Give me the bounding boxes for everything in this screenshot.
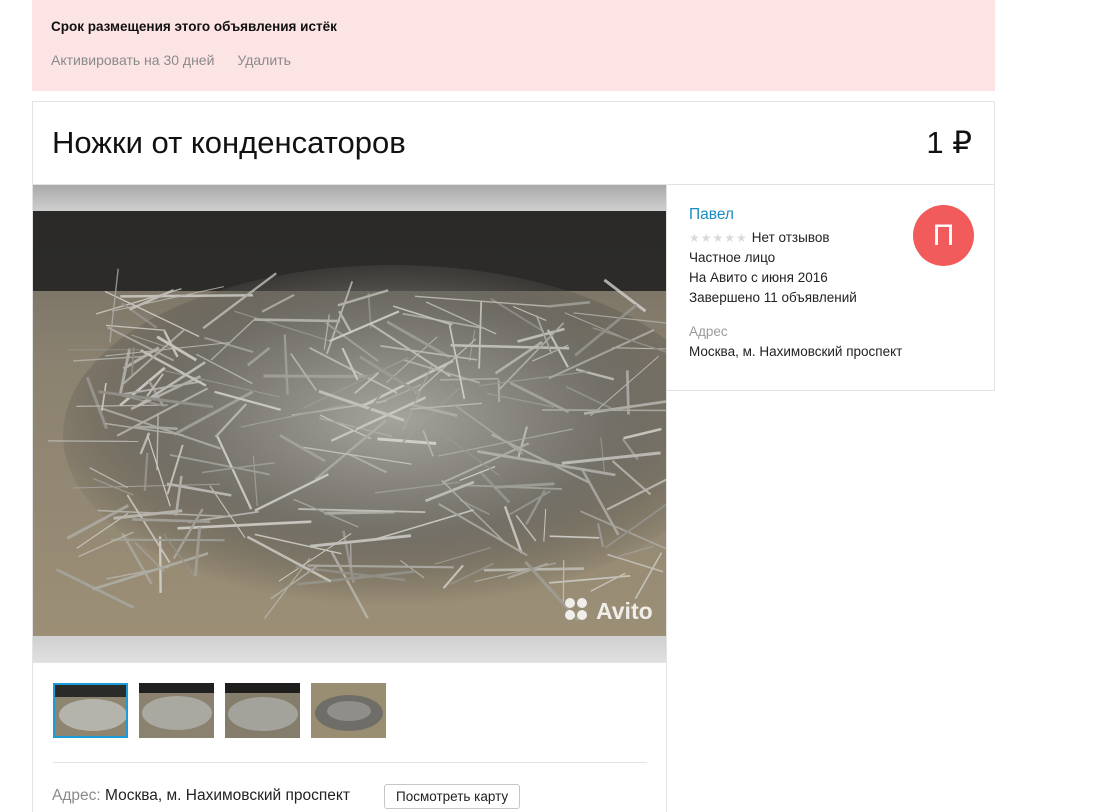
notice-actions: Активировать на 30 дней Удалить	[51, 52, 995, 68]
address-value: Москва, м. Нахимовский проспект	[105, 787, 350, 804]
address-divider	[53, 762, 647, 763]
seller-completed: Завершено 11 объявлений	[689, 290, 857, 305]
listing-address: Адрес: Москва, м. Нахимовский проспект	[52, 787, 350, 805]
main-photo[interactable]: Avito	[33, 185, 666, 662]
avatar[interactable]: П	[913, 205, 974, 266]
listing-header: Ножки от конденсаторов 1 ₽	[32, 101, 995, 185]
rating-stars-icon: ★★★★★	[689, 231, 748, 245]
notice-title: Срок размещения этого объявления истёк	[51, 19, 337, 34]
seller-panel: Павел ★★★★★ Нет отзывов Частное лицо На А…	[667, 184, 995, 391]
thumbnail-3[interactable]	[225, 683, 300, 738]
seller-name-link[interactable]: Павел	[689, 206, 734, 224]
address-label: Адрес:	[52, 787, 101, 804]
listing-price: 1 ₽	[926, 125, 972, 160]
thumbnail-2[interactable]	[139, 683, 214, 738]
photo-column: Avito Адрес: Москва, м. Нахимовский прос…	[32, 184, 667, 812]
svg-text:Avito: Avito	[596, 598, 653, 624]
photo-divider	[33, 662, 666, 663]
photo-image: Avito	[33, 185, 666, 662]
seller-address-label: Адрес	[689, 324, 728, 339]
listing-title: Ножки от конденсаторов	[52, 125, 406, 160]
delete-link[interactable]: Удалить	[237, 52, 290, 68]
seller-rating: ★★★★★ Нет отзывов	[689, 230, 830, 246]
reviews-text: Нет отзывов	[751, 230, 830, 245]
thumbnail-1[interactable]	[53, 683, 128, 738]
seller-since: На Авито с июня 2016	[689, 270, 828, 285]
activate-link[interactable]: Активировать на 30 дней	[51, 52, 214, 68]
expired-notice: Срок размещения этого объявления истёк А…	[32, 0, 995, 91]
seller-address: Москва, м. Нахимовский проспект	[689, 344, 903, 359]
view-map-button[interactable]: Посмотреть карту	[384, 784, 521, 809]
seller-type: Частное лицо	[689, 250, 776, 265]
thumbnail-4[interactable]	[311, 683, 386, 738]
